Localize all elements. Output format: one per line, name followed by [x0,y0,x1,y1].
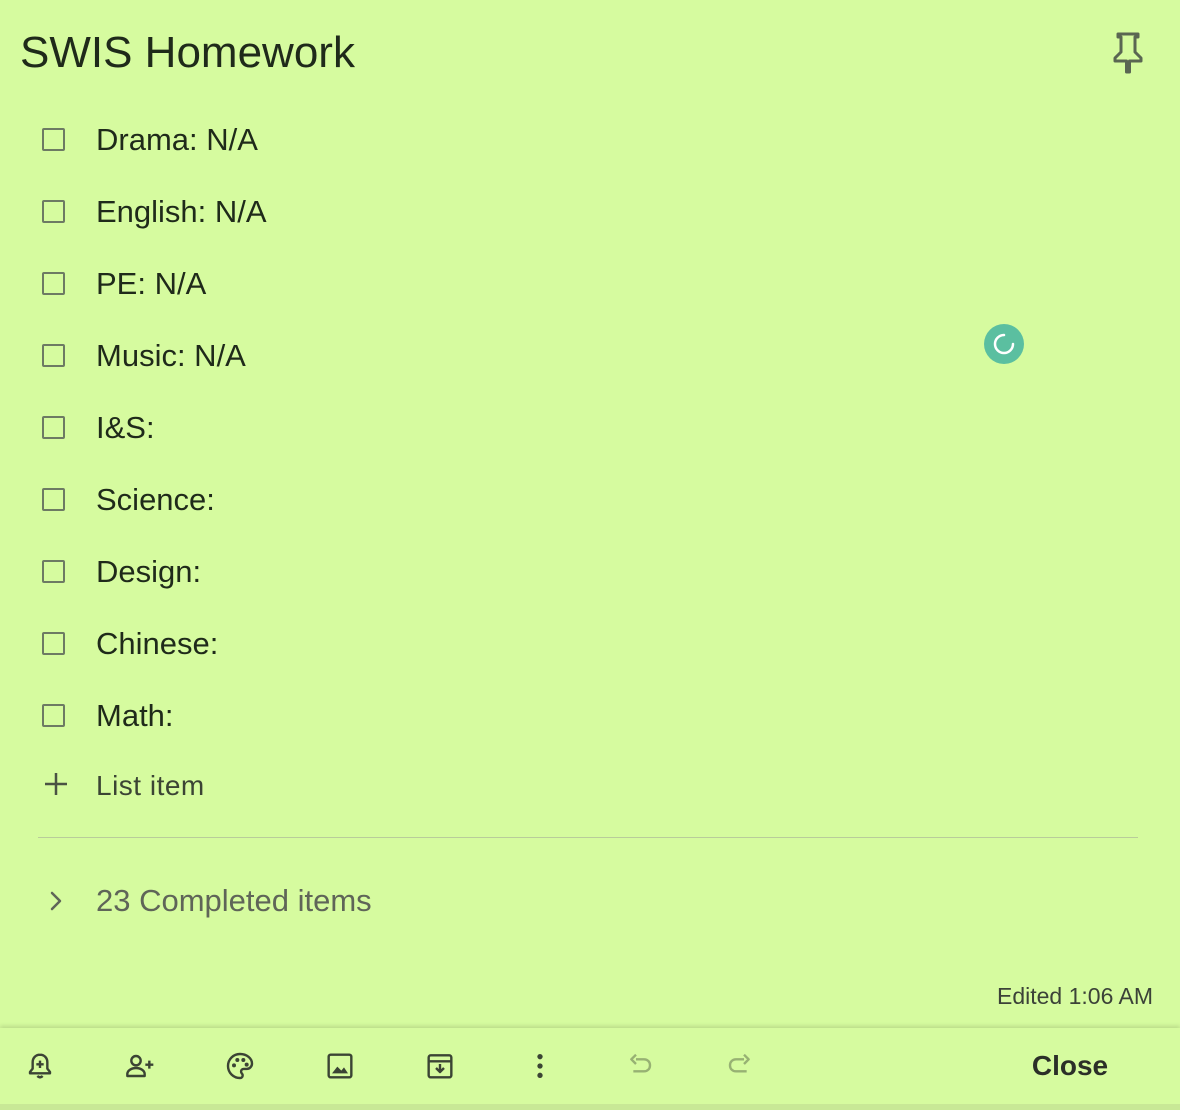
checkbox[interactable] [42,632,65,655]
add-image-icon[interactable] [316,1042,364,1090]
checklist-item-text[interactable]: English: N/A [96,194,267,230]
checkbox[interactable] [42,560,65,583]
note-title[interactable]: SWIS Homework [20,27,355,79]
checklist: Drama: N/A English: N/A PE: N/A Music: N… [0,106,1180,754]
redo-icon[interactable] [716,1042,764,1090]
add-list-item[interactable]: List item [0,762,600,812]
pin-icon[interactable] [1106,28,1150,76]
checkbox[interactable] [42,200,65,223]
edited-timestamp: Edited 1:06 AM [997,983,1153,1009]
checklist-item-text[interactable]: Science: [96,482,215,518]
completed-items-toggle[interactable]: 23 Completed items [0,876,700,928]
chevron-right-icon [44,889,68,913]
checklist-item[interactable]: Math: [0,682,1180,754]
checklist-item[interactable]: Design: [0,538,1180,610]
plus-icon [42,770,70,798]
checklist-item[interactable]: Music: N/A [0,322,1180,394]
checklist-item-text[interactable]: Math: [96,698,174,734]
checklist-item[interactable]: I&S: [0,394,1180,466]
completed-items-label: 23 Completed items [96,883,372,918]
checklist-item-text[interactable]: Music: N/A [96,338,246,374]
checkbox[interactable] [42,416,65,439]
checklist-item[interactable]: PE: N/A [0,250,1180,322]
checklist-item-text[interactable]: Chinese: [96,626,218,662]
checklist-item-text[interactable]: Drama: N/A [96,122,258,158]
checkbox[interactable] [42,272,65,295]
close-button[interactable]: Close [1010,1040,1130,1092]
checklist-item-text[interactable]: I&S: [96,410,155,446]
divider [38,837,1138,838]
checkbox[interactable] [42,128,65,151]
checkbox[interactable] [42,704,65,727]
palette-icon[interactable] [216,1042,264,1090]
add-list-item-label: List item [96,770,205,801]
checkbox[interactable] [42,344,65,367]
more-icon[interactable] [516,1042,564,1090]
note-toolbar: Close [0,1028,1180,1104]
remind-me-icon[interactable] [16,1042,64,1090]
checklist-item[interactable]: English: N/A [0,178,1180,250]
undo-icon[interactable] [616,1042,664,1090]
checklist-item-text[interactable]: PE: N/A [96,266,206,302]
checklist-item[interactable]: Drama: N/A [0,106,1180,178]
checklist-item-text[interactable]: Design: [96,554,201,590]
window-bottom-edge [0,1104,1180,1110]
checkbox[interactable] [42,488,65,511]
checklist-item[interactable]: Chinese: [0,610,1180,682]
checklist-item[interactable]: Science: [0,466,1180,538]
archive-icon[interactable] [416,1042,464,1090]
collaborator-icon[interactable] [116,1042,164,1090]
